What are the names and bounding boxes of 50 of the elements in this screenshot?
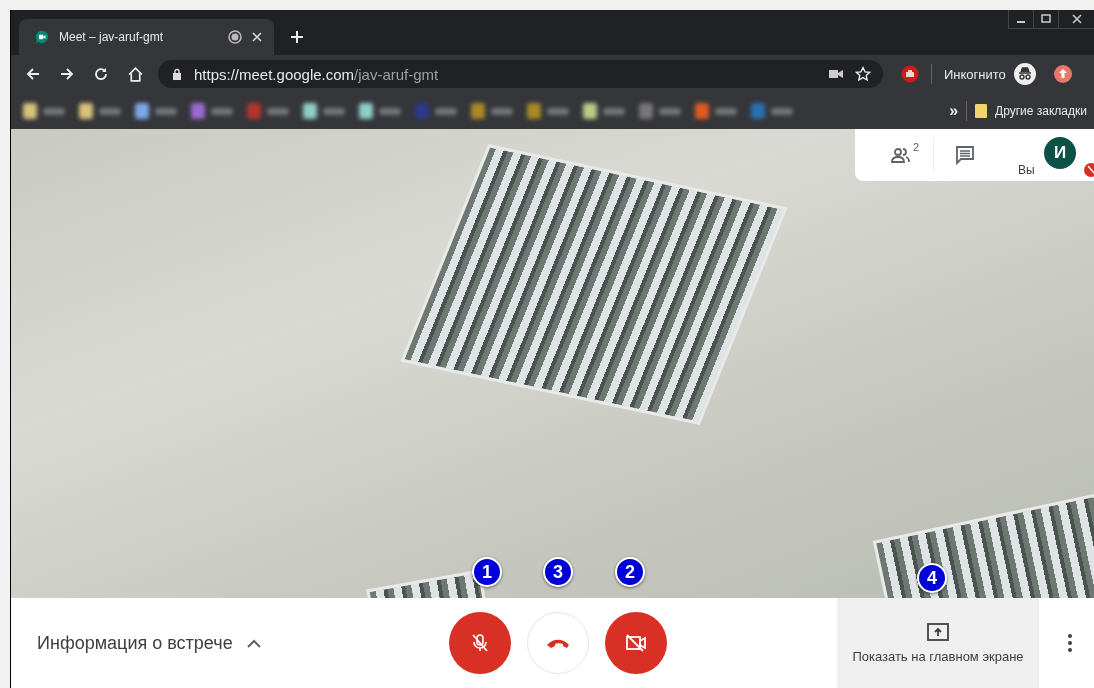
people-icon	[891, 147, 913, 163]
blurred-bookmark[interactable]	[303, 103, 345, 119]
recording-icon	[228, 30, 242, 44]
blurred-bookmark[interactable]	[695, 103, 737, 119]
close-button[interactable]	[1058, 10, 1094, 29]
camera-off-icon	[625, 634, 647, 652]
chevron-up-icon	[246, 638, 261, 648]
video-camera-icon	[35, 30, 49, 44]
present-button[interactable]: Показать на главном экране	[837, 598, 1039, 688]
blurred-bookmark[interactable]	[583, 103, 625, 119]
reload-icon[interactable]	[93, 66, 109, 82]
maximize-icon	[1041, 14, 1051, 24]
folder-icon[interactable]	[975, 104, 988, 118]
browser-tab[interactable]: Meet – jav-aruf-gmt	[19, 19, 274, 55]
blurred-bookmark[interactable]	[79, 103, 121, 119]
camera-icon[interactable]	[829, 69, 843, 79]
blurred-bookmark[interactable]	[359, 103, 401, 119]
more-options-icon[interactable]	[1067, 633, 1073, 653]
minimize-button[interactable]	[1008, 10, 1033, 29]
blurred-bookmark[interactable]	[527, 103, 569, 119]
blurred-bookmark[interactable]	[23, 103, 65, 119]
close-icon[interactable]	[252, 32, 262, 42]
more-bookmarks-button[interactable]: »	[949, 102, 959, 120]
blurred-bookmark[interactable]	[471, 103, 513, 119]
star-icon[interactable]	[855, 66, 871, 82]
url-text: https://meet.google.com/jav-aruf-gmt	[194, 65, 439, 83]
incognito-icon[interactable]	[1013, 63, 1036, 85]
tab-title: Meet – jav-aruf-gmt	[59, 30, 165, 44]
self-label: Вы	[1018, 163, 1035, 177]
blurred-bookmark[interactable]	[191, 103, 233, 119]
phone-icon	[546, 638, 570, 648]
address-bar[interactable]: https://meet.google.com/jav-aruf-gmt	[158, 60, 883, 88]
close-icon	[1072, 14, 1082, 24]
incognito-label[interactable]: Инкогнито	[944, 66, 1006, 82]
participants-button[interactable]: 2	[871, 135, 933, 175]
participants-count: 2	[912, 141, 919, 153]
blurred-bookmark[interactable]	[135, 103, 177, 119]
update-icon[interactable]	[1053, 65, 1072, 83]
maximize-button[interactable]	[1033, 10, 1058, 29]
other-bookmarks-label[interactable]: Другие закладки	[995, 104, 1087, 118]
muted-mic-icon	[471, 633, 489, 653]
minimize-icon	[1017, 21, 1025, 23]
present-screen-icon	[927, 622, 949, 641]
back-arrow-icon[interactable]	[25, 66, 41, 82]
home-icon[interactable]	[127, 65, 144, 83]
chat-icon	[955, 145, 975, 165]
lock-icon	[172, 68, 182, 80]
new-tab-icon[interactable]	[290, 30, 304, 44]
forward-arrow-icon[interactable]	[59, 66, 75, 82]
user-avatar: И	[1044, 137, 1076, 169]
